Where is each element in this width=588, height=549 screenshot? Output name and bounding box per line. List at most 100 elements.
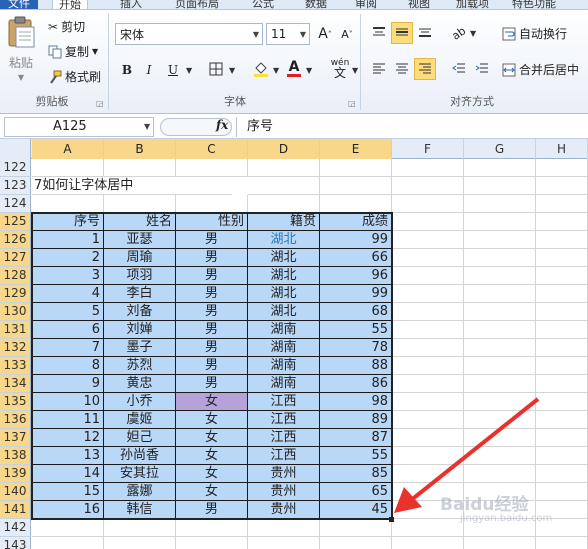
data-cell[interactable]: 妲己 [104, 429, 176, 447]
data-cell[interactable]: 项羽 [104, 267, 176, 285]
align-bottom-button[interactable] [414, 22, 436, 44]
data-cell[interactable]: 李白 [104, 285, 176, 303]
orientation-dropdown-icon[interactable]: ▼ [470, 29, 476, 38]
cell[interactable] [32, 195, 104, 213]
cell[interactable] [104, 519, 176, 537]
data-cell[interactable]: 湖北 [248, 285, 320, 303]
data-cell[interactable]: 16 [32, 501, 104, 519]
cell[interactable] [464, 339, 536, 357]
data-cell[interactable]: 99 [320, 285, 392, 303]
data-cell[interactable]: 2 [32, 249, 104, 267]
data-cell[interactable]: 亚瑟 [104, 231, 176, 249]
tab-file[interactable]: 文件 [0, 0, 38, 9]
select-all-corner[interactable] [0, 139, 31, 159]
cell[interactable] [464, 321, 536, 339]
data-cell[interactable]: 江西 [248, 393, 320, 411]
row-header[interactable]: 137 [0, 429, 31, 447]
data-cell[interactable]: 女 [176, 429, 248, 447]
row-header[interactable]: 131 [0, 321, 31, 339]
row-header[interactable]: 124 [0, 195, 31, 213]
cell[interactable] [464, 537, 536, 549]
cell[interactable] [536, 213, 588, 231]
cell[interactable] [392, 213, 464, 231]
borders-dropdown-icon[interactable]: ▼ [229, 66, 235, 75]
italic-button[interactable]: I [138, 59, 160, 81]
cell[interactable] [464, 231, 536, 249]
cell[interactable] [392, 231, 464, 249]
data-cell[interactable]: 男 [176, 249, 248, 267]
cell[interactable] [320, 159, 392, 177]
tab-addins[interactable]: 加载项 [456, 0, 489, 9]
cell[interactable] [464, 285, 536, 303]
align-middle-button[interactable] [391, 22, 413, 44]
cell[interactable] [392, 339, 464, 357]
cell[interactable] [320, 195, 392, 213]
data-cell[interactable]: 湖南 [248, 339, 320, 357]
font-name-select[interactable]: 宋体 ▼ [115, 23, 263, 45]
column-header-b[interactable]: B [104, 139, 176, 159]
cell[interactable] [392, 303, 464, 321]
data-cell[interactable]: 刘婵 [104, 321, 176, 339]
cell[interactable] [464, 213, 536, 231]
align-center-button[interactable] [391, 58, 413, 80]
data-cell[interactable]: 黄忠 [104, 375, 176, 393]
cell[interactable] [32, 537, 104, 549]
row-header[interactable]: 140 [0, 483, 31, 501]
data-cell[interactable]: 3 [32, 267, 104, 285]
row-header[interactable]: 136 [0, 411, 31, 429]
font-color-dropdown-icon[interactable]: ▼ [306, 66, 312, 75]
data-cell[interactable]: 4 [32, 285, 104, 303]
data-cell[interactable]: 男 [176, 357, 248, 375]
data-cell[interactable]: 湖北 [248, 303, 320, 321]
tab-home[interactable]: 开始 [52, 0, 88, 9]
row-header[interactable]: 126 [0, 231, 31, 249]
cell[interactable] [536, 177, 588, 195]
merge-center-button[interactable]: 合并后居中 [502, 61, 579, 78]
data-cell[interactable]: 55 [320, 321, 392, 339]
row-header[interactable]: 139 [0, 465, 31, 483]
grow-font-button[interactable]: A ˄ [314, 23, 336, 45]
data-cell[interactable]: 女 [176, 411, 248, 429]
cell[interactable] [464, 267, 536, 285]
cell[interactable] [464, 159, 536, 177]
phonetic-button[interactable]: wén 文 [326, 57, 354, 79]
data-cell[interactable]: 男 [176, 285, 248, 303]
formula-input[interactable]: 序号 [236, 117, 586, 137]
data-cell[interactable]: 13 [32, 447, 104, 465]
data-cell[interactable]: 露娜 [104, 483, 176, 501]
cell[interactable] [104, 537, 176, 549]
cell[interactable] [176, 195, 248, 213]
cell[interactable] [536, 249, 588, 267]
header-cell[interactable]: 籍贯 [248, 213, 320, 231]
cell[interactable] [176, 537, 248, 549]
row-header[interactable]: 129 [0, 285, 31, 303]
cell[interactable] [248, 519, 320, 537]
cell[interactable] [464, 195, 536, 213]
name-box[interactable]: A125 [4, 117, 154, 137]
header-cell[interactable]: 姓名 [104, 213, 176, 231]
tab-data[interactable]: 数据 [305, 0, 327, 9]
data-cell[interactable]: 江西 [248, 411, 320, 429]
row-header[interactable]: 142 [0, 519, 31, 537]
row-header[interactable]: 130 [0, 303, 31, 321]
data-cell[interactable]: 贵州 [248, 483, 320, 501]
cell[interactable] [320, 537, 392, 549]
header-cell[interactable]: 序号 [32, 213, 104, 231]
underline-button[interactable]: U [162, 59, 184, 81]
column-header-e[interactable]: E [320, 139, 392, 159]
row-header[interactable]: 125 [0, 213, 31, 231]
data-cell[interactable]: 女 [176, 483, 248, 501]
column-header-g[interactable]: G [464, 139, 536, 159]
cell[interactable] [536, 303, 588, 321]
cell[interactable] [392, 249, 464, 267]
data-cell[interactable]: 96 [320, 267, 392, 285]
cell[interactable] [536, 231, 588, 249]
data-cell[interactable]: 湖北 [248, 249, 320, 267]
data-cell[interactable]: 女 [176, 447, 248, 465]
row-header[interactable]: 128 [0, 267, 31, 285]
cell[interactable] [536, 357, 588, 375]
data-cell[interactable]: 湖南 [248, 357, 320, 375]
data-cell[interactable]: 湖北 [248, 231, 320, 249]
align-right-button[interactable] [414, 58, 436, 80]
decrease-indent-button[interactable] [448, 58, 470, 80]
